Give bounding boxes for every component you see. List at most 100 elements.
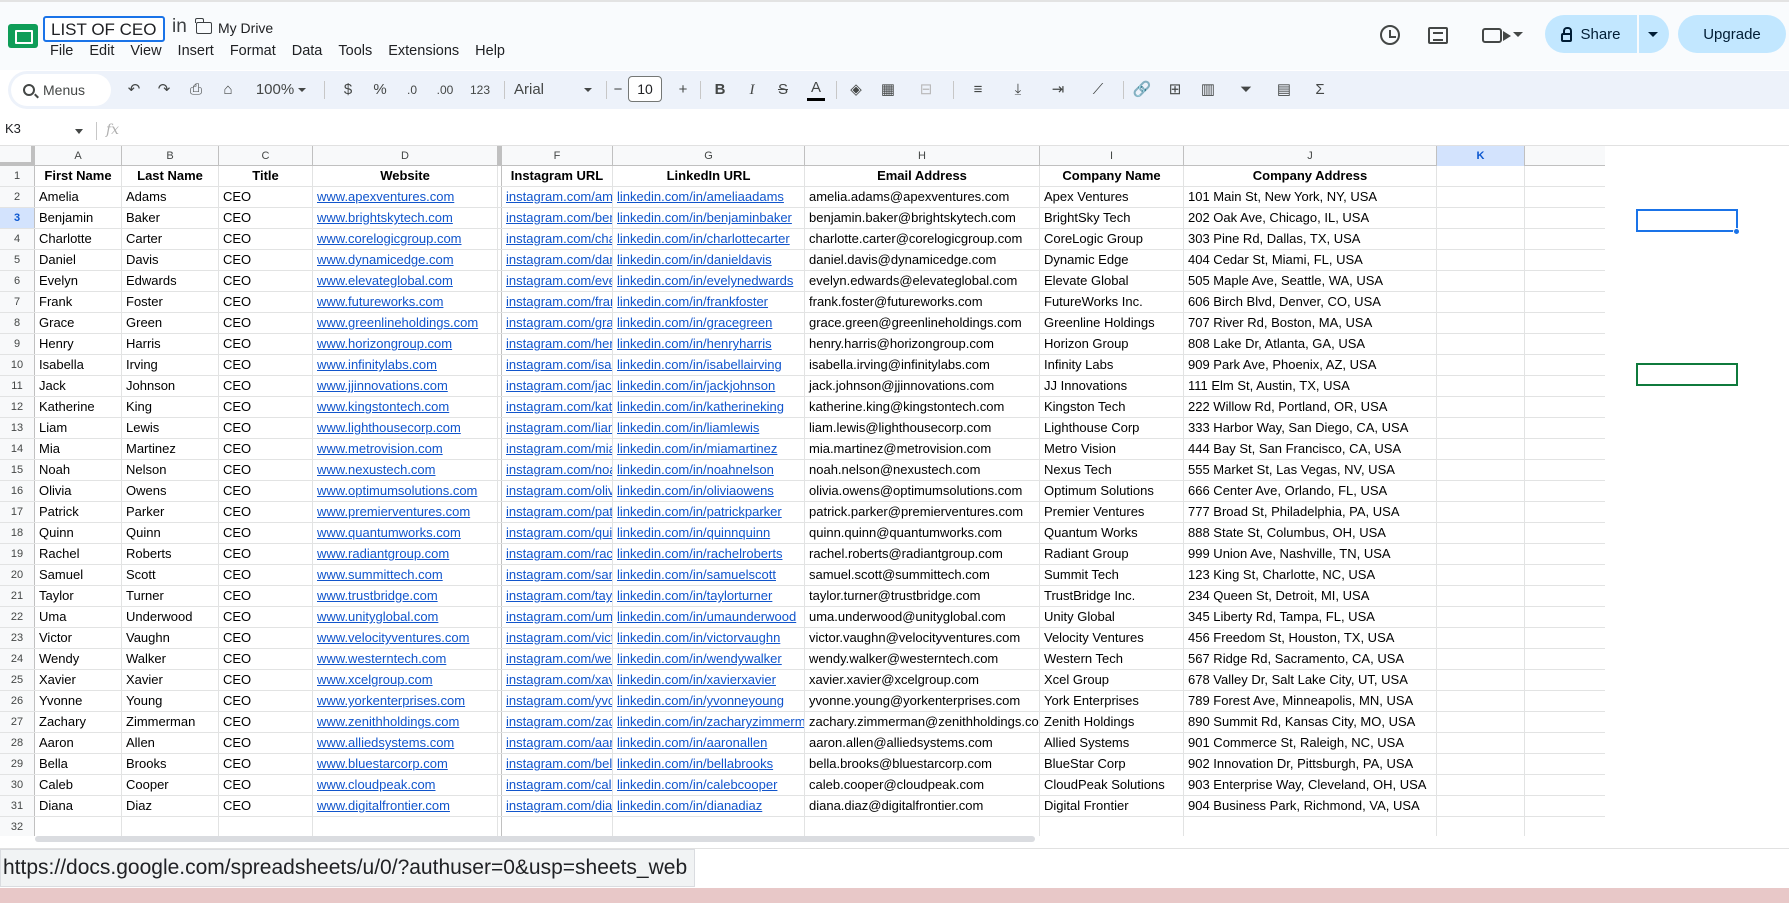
row-header[interactable]: 10 xyxy=(0,355,35,375)
select-all-corner[interactable] xyxy=(0,146,35,166)
column-header-g[interactable]: G xyxy=(613,146,805,166)
grid-cell[interactable]: 101 Main St, New York, NY, USA xyxy=(1184,187,1437,207)
row-header[interactable]: 20 xyxy=(0,565,35,585)
grid-cell[interactable]: CEO xyxy=(219,250,313,270)
grid-cell[interactable]: instagram.com/katherineking xyxy=(502,397,613,417)
grid-cell[interactable] xyxy=(1525,313,1605,333)
grid-cell[interactable]: instagram.com/gracegreen xyxy=(502,313,613,333)
row-header[interactable]: 1 xyxy=(0,166,35,186)
row-header[interactable]: 32 xyxy=(0,817,35,836)
grid-cell[interactable] xyxy=(35,817,122,836)
grid-cell[interactable]: CEO xyxy=(219,649,313,669)
grid-cell[interactable]: 345 Liberty Rd, Tampa, FL, USA xyxy=(1184,607,1437,627)
row-header[interactable]: 3 xyxy=(0,208,35,228)
grid-cell[interactable]: FutureWorks Inc. xyxy=(1040,292,1184,312)
grid-cell[interactable]: CEO xyxy=(219,586,313,606)
grid-cell[interactable]: 666 Center Ave, Orlando, FL, USA xyxy=(1184,481,1437,501)
grid-cell[interactable]: isabella.irving@infinitylabs.com xyxy=(805,355,1040,375)
grid-cell[interactable] xyxy=(1525,817,1605,836)
grid-cell[interactable]: CEO xyxy=(219,460,313,480)
grid-cell[interactable]: CEO xyxy=(219,439,313,459)
grid-cell[interactable]: liam.lewis@lighthousecorp.com xyxy=(805,418,1040,438)
grid-cell[interactable]: 909 Park Ave, Phoenix, AZ, USA xyxy=(1184,355,1437,375)
row-header[interactable]: 18 xyxy=(0,523,35,543)
document-title-input[interactable]: LIST OF CEO xyxy=(43,16,165,42)
row-header[interactable]: 4 xyxy=(0,229,35,249)
grid-cell[interactable] xyxy=(1525,229,1605,249)
grid-cell[interactable] xyxy=(1525,754,1605,774)
grid-cell[interactable]: instagram.com/dianadiaz xyxy=(502,796,613,816)
grid-cell[interactable]: Bella xyxy=(35,754,122,774)
grid-cell[interactable]: 888 State St, Columbus, OH, USA xyxy=(1184,523,1437,543)
grid-cell[interactable]: JJ Innovations xyxy=(1040,376,1184,396)
row-header[interactable]: 6 xyxy=(0,271,35,291)
grid-cell[interactable]: zachary.zimmerman@zenithholdings.com xyxy=(805,712,1040,732)
grid-cell[interactable]: Uma xyxy=(35,607,122,627)
grid-cell[interactable]: 444 Bay St, San Francisco, CA, USA xyxy=(1184,439,1437,459)
row-header[interactable]: 24 xyxy=(0,649,35,669)
grid-cell[interactable]: CoreLogic Group xyxy=(1040,229,1184,249)
grid-cell[interactable]: instagram.com/wendywalker xyxy=(502,649,613,669)
grid-cell[interactable]: Patrick xyxy=(35,502,122,522)
grid-cell[interactable]: instagram.com/miamartinez xyxy=(502,439,613,459)
grid-cell[interactable]: instagram.com/taylorturner xyxy=(502,586,613,606)
grid-cell[interactable]: Irving xyxy=(122,355,219,375)
grid-cell[interactable]: 456 Freedom St, Houston, TX, USA xyxy=(1184,628,1437,648)
grid-cell[interactable]: instagram.com/henryharris xyxy=(502,334,613,354)
row-header[interactable]: 8 xyxy=(0,313,35,333)
grid-cell[interactable]: www.xcelgroup.com xyxy=(313,670,498,690)
header-cell[interactable]: Instagram URL xyxy=(502,166,613,186)
grid-cell[interactable]: Underwood xyxy=(122,607,219,627)
grid-cell[interactable]: Diana xyxy=(35,796,122,816)
chevron-down-icon[interactable] xyxy=(75,129,83,134)
grid-cell[interactable] xyxy=(1525,334,1605,354)
grid-cell[interactable] xyxy=(122,817,219,836)
grid-cell[interactable]: 303 Pine Rd, Dallas, TX, USA xyxy=(1184,229,1437,249)
grid-cell[interactable]: instagram.com/benjaminbaker xyxy=(502,208,613,228)
menus-search-button[interactable]: Menus xyxy=(11,74,111,106)
grid-cell[interactable]: CEO xyxy=(219,397,313,417)
grid-cell[interactable] xyxy=(1525,733,1605,753)
grid-cell[interactable]: Zenith Holdings xyxy=(1040,712,1184,732)
grid-cell[interactable]: 123 King St, Charlotte, NC, USA xyxy=(1184,565,1437,585)
grid-cell[interactable] xyxy=(1525,292,1605,312)
grid-cell[interactable]: Katherine xyxy=(35,397,122,417)
more-formats-button[interactable]: 123 xyxy=(468,79,492,101)
grid-cell[interactable] xyxy=(1437,754,1525,774)
upgrade-button[interactable]: Upgrade xyxy=(1678,15,1786,53)
column-header-j[interactable]: J xyxy=(1184,146,1437,166)
row-header[interactable]: 2 xyxy=(0,187,35,207)
zoom-select[interactable]: 100% xyxy=(251,79,311,101)
grid-cell[interactable] xyxy=(313,817,498,836)
grid-cell[interactable]: CEO xyxy=(219,712,313,732)
grid-cell[interactable] xyxy=(1437,355,1525,375)
grid-cell[interactable] xyxy=(1525,565,1605,585)
meet-video-icon[interactable] xyxy=(1482,28,1511,43)
row-header[interactable]: 26 xyxy=(0,691,35,711)
grid-cell[interactable]: 333 Harbor Way, San Diego, CA, USA xyxy=(1184,418,1437,438)
grid-cell[interactable]: Baker xyxy=(122,208,219,228)
grid-cell[interactable]: Young xyxy=(122,691,219,711)
grid-cell[interactable]: instagram.com/xavierxavier xyxy=(502,670,613,690)
grid-cell[interactable]: Davis xyxy=(122,250,219,270)
grid-cell[interactable]: Infinity Labs xyxy=(1040,355,1184,375)
grid-cell[interactable]: linkedin.com/in/jackjohnson xyxy=(613,376,805,396)
grid-cell[interactable]: Allen xyxy=(122,733,219,753)
row-header[interactable]: 30 xyxy=(0,775,35,795)
grid-cell[interactable]: Frank xyxy=(35,292,122,312)
grid-cell[interactable]: Benjamin xyxy=(35,208,122,228)
grid-cell[interactable]: www.bluestarcorp.com xyxy=(313,754,498,774)
header-cell[interactable]: First Name xyxy=(35,166,122,186)
row-header[interactable]: 25 xyxy=(0,670,35,690)
grid-cell[interactable]: instagram.com/noahnelson xyxy=(502,460,613,480)
grid-cell[interactable]: charlotte.carter@corelogicgroup.com xyxy=(805,229,1040,249)
grid-cell[interactable]: linkedin.com/in/patrickparker xyxy=(613,502,805,522)
font-family-select[interactable]: Arial xyxy=(514,79,594,101)
grid-cell[interactable]: linkedin.com/in/taylorturner xyxy=(613,586,805,606)
grid-cell[interactable]: www.unityglobal.com xyxy=(313,607,498,627)
fill-color-icon[interactable]: ◈ xyxy=(846,79,866,101)
grid-cell[interactable] xyxy=(1525,208,1605,228)
grid-cell[interactable]: 808 Lake Dr, Atlanta, GA, USA xyxy=(1184,334,1437,354)
grid-cell[interactable]: olivia.owens@optimumsolutions.com xyxy=(805,481,1040,501)
grid-cell[interactable]: linkedin.com/in/miamartinez xyxy=(613,439,805,459)
